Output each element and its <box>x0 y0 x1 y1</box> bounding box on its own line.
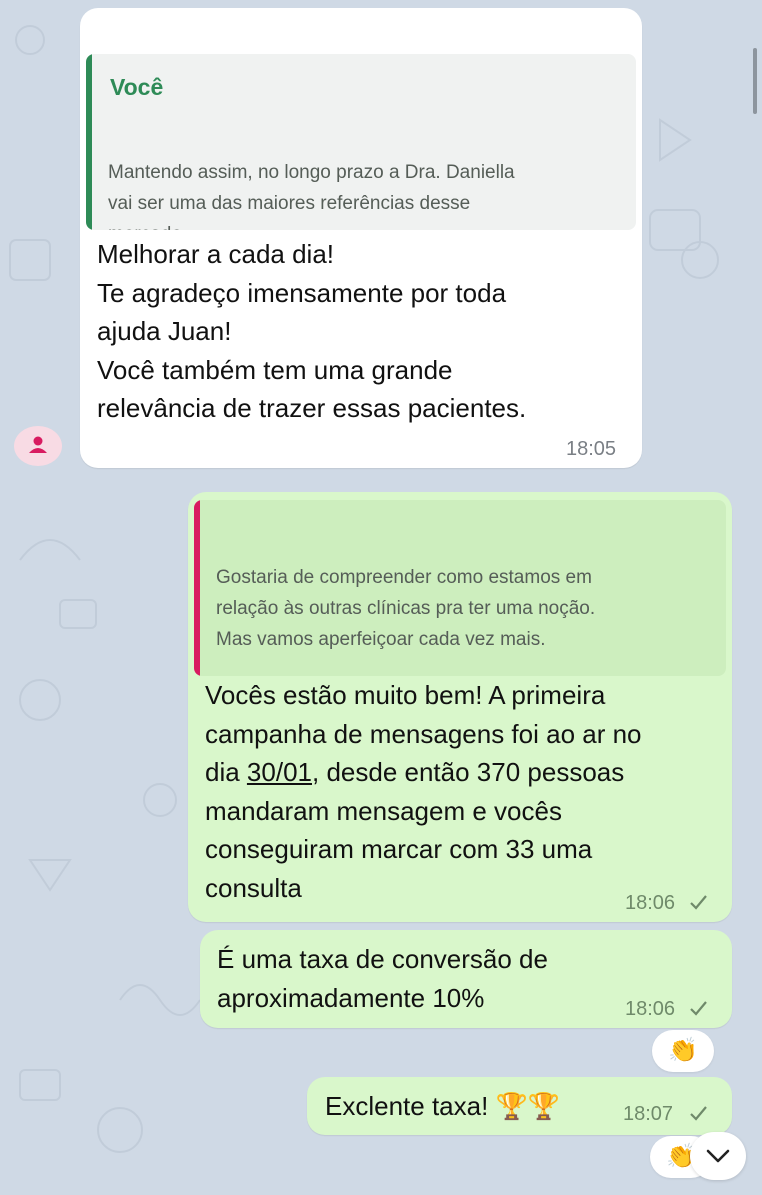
message-text: Exclente taxa! 🏆🏆 <box>325 1091 561 1121</box>
message-text: Vocês estão muito bem! A primeira campan… <box>205 676 725 907</box>
scroll-down-button[interactable] <box>690 1132 746 1180</box>
quoted-message[interactable]: Você Mantendo assim, no longo prazo a Dr… <box>86 54 636 230</box>
chevron-down-icon <box>706 1149 730 1163</box>
quote-bar <box>86 54 92 230</box>
incoming-message-bubble[interactable]: Você Mantendo assim, no longo prazo a Dr… <box>80 8 642 468</box>
quote-text: Gostaria de compreender como estamos em … <box>216 567 596 650</box>
date-link[interactable]: 30/01 <box>247 757 312 787</box>
outgoing-message-bubble[interactable]: Exclente taxa! 🏆🏆 18:07 <box>307 1077 732 1135</box>
message-time: 18:06 <box>625 998 676 1020</box>
message-time: 18:06 <box>625 892 676 914</box>
person-icon <box>29 436 47 453</box>
check-icon <box>690 895 707 910</box>
check-icon <box>690 1001 707 1016</box>
message-text: Melhorar a cada dia! Te agradeço imensam… <box>97 239 527 423</box>
clapping-reaction[interactable]: 👏 <box>652 1030 714 1072</box>
outgoing-message-bubble[interactable]: É uma taxa de conversão de aproximadamen… <box>200 930 732 1028</box>
quote-bar <box>194 500 200 676</box>
quote-author: Você <box>110 74 164 100</box>
message-time: 18:05 <box>566 438 617 460</box>
scrollbar[interactable] <box>753 48 757 114</box>
avatar[interactable] <box>14 426 62 466</box>
check-icon <box>690 1106 707 1121</box>
quote-text: Mantendo assim, no longo prazo a Dra. Da… <box>108 162 515 230</box>
quoted-message[interactable]: Gostaria de compreender como estamos em … <box>194 500 726 676</box>
message-time: 18:07 <box>623 1103 674 1125</box>
outgoing-message-bubble[interactable]: Gostaria de compreender como estamos em … <box>188 492 732 922</box>
